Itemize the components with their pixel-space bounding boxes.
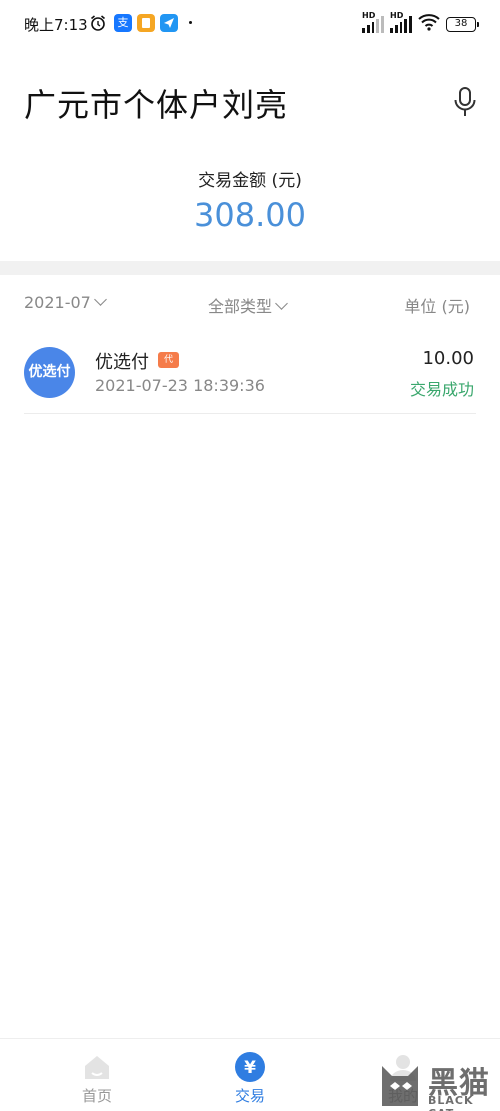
transaction-name: 优选付 [95, 352, 149, 373]
yen-icon: ¥ [235, 1052, 265, 1082]
chevron-down-icon [93, 293, 107, 306]
transaction-row[interactable]: 优选付 优选付 代 2021-07-23 18:39:36 10.00 交易成功 [24, 334, 476, 414]
unit-label: 单位 (元) [404, 297, 470, 316]
amount-label: 交易金额 (元) [198, 171, 302, 191]
alarm-icon [89, 14, 107, 36]
battery-icon: 38 [446, 16, 479, 32]
microphone-icon [454, 87, 476, 116]
type-filter[interactable]: 全部类型 [208, 293, 288, 317]
nav-label-home: 首页 [81, 1087, 112, 1105]
wifi-icon [418, 13, 440, 35]
alipay-icon: 支 [114, 14, 132, 32]
status-time: 晚上7:13 [24, 16, 88, 34]
month-filter[interactable]: 2021-07 [24, 293, 107, 312]
nav-label-trade: 交易 [234, 1087, 265, 1105]
type-filter-label: 全部类型 [208, 297, 273, 316]
filter-bar: 2021-07 全部类型 单位 (元) [0, 290, 500, 318]
watermark-en: BLACK CAT [428, 1094, 474, 1111]
status-right-group: HD HD 38 [362, 11, 479, 35]
nav-item-trade[interactable]: ¥ 交易 [215, 1047, 285, 1107]
home-icon [85, 1056, 109, 1079]
paper-plane-app-icon [160, 14, 178, 32]
transaction-time: 2021-07-23 18:39:36 [95, 376, 265, 395]
section-divider [0, 261, 500, 275]
transaction-amount: 10.00 [422, 348, 474, 369]
cat-logo-icon [382, 1066, 418, 1106]
notes-app-icon [137, 14, 155, 32]
page-title: 广元市个体户刘亮 [24, 86, 289, 124]
signal-2-icon: HD [390, 11, 412, 33]
watermark-logo: 黑猫 BLACK CAT [376, 1056, 500, 1111]
status-bar: 晚上7:13 支 HD HD 38 [0, 0, 500, 48]
merchant-avatar: 优选付 [24, 347, 75, 398]
ticket-badge-icon: 代 [158, 352, 179, 368]
svg-text:¥: ¥ [244, 1058, 256, 1078]
notification-dot-icon [189, 21, 192, 24]
transaction-status: 交易成功 [409, 380, 474, 399]
signal-1-icon: HD [362, 11, 384, 33]
chevron-down-icon [275, 297, 288, 310]
microphone-button[interactable] [452, 86, 478, 118]
month-filter-label: 2021-07 [24, 293, 91, 312]
nav-item-home[interactable]: 首页 [62, 1047, 132, 1107]
amount-value: 308.00 [194, 196, 306, 234]
